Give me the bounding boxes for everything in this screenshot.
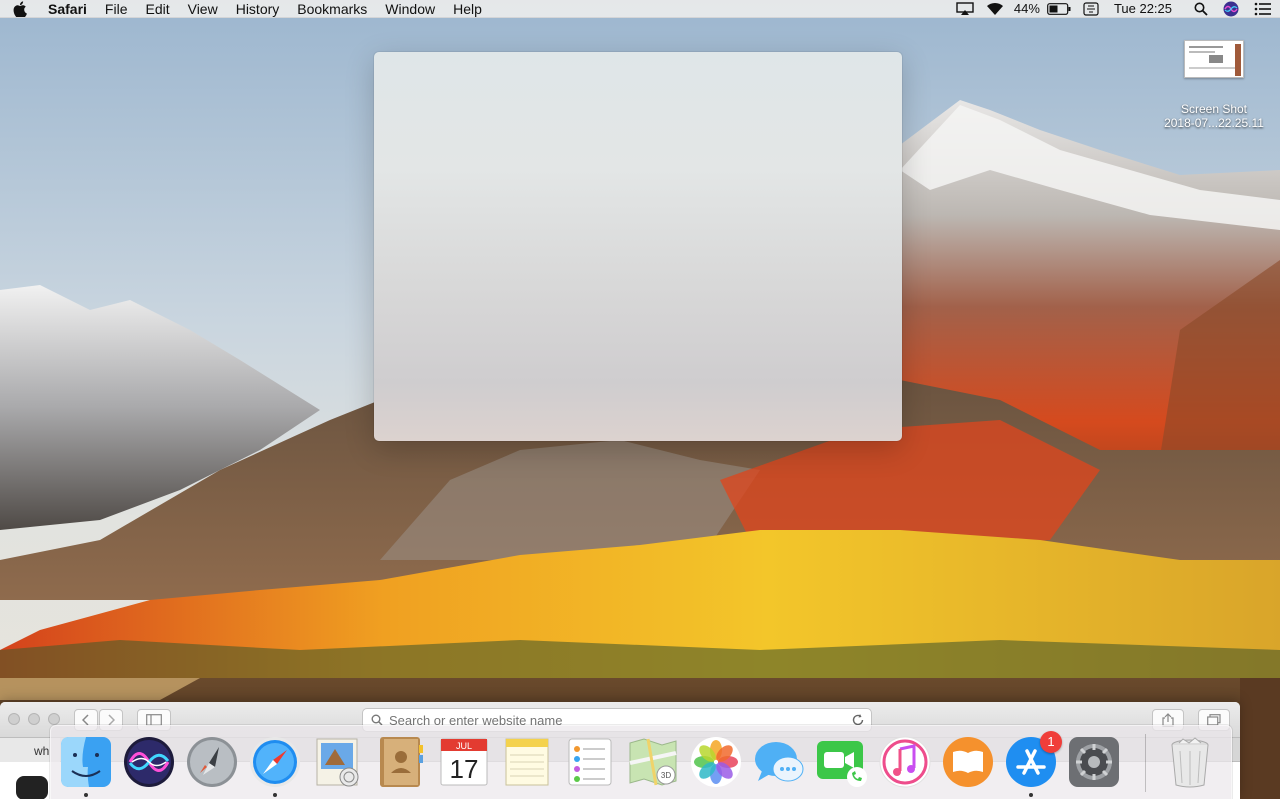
close-window-button[interactable] [8, 713, 20, 725]
battery-percent[interactable]: 44% [1010, 0, 1044, 18]
mail-icon [316, 738, 359, 787]
reminders-icon [568, 738, 612, 786]
photos-icon [691, 737, 741, 787]
dock-item-calendar[interactable]: JUL 17 [437, 735, 491, 789]
dock-item-launchpad[interactable] [185, 735, 239, 789]
safari-tab-label: wh [34, 744, 50, 758]
launchpad-icon [187, 737, 237, 787]
dock-item-reminders[interactable] [563, 735, 617, 789]
safari-icon [250, 737, 300, 787]
wifi-icon[interactable] [980, 0, 1010, 18]
notes-icon [505, 738, 549, 786]
dock-item-itunes[interactable] [878, 735, 932, 789]
menu-bar: Safari File Edit View History Bookmarks … [0, 0, 1280, 18]
dock: JUL 17 3D 1 [50, 725, 1232, 799]
battery-icon[interactable] [1044, 0, 1074, 18]
siri-menu-icon[interactable] [1216, 0, 1246, 18]
desktop-file-label-line1: Screen Shot [1180, 102, 1248, 116]
menu-file[interactable]: File [96, 0, 137, 18]
blank-translucent-window[interactable] [374, 52, 902, 441]
dock-item-finder[interactable] [59, 735, 113, 789]
trash-icon [1171, 737, 1209, 788]
maps-3d-label: 3D [661, 771, 671, 780]
dock-item-trash[interactable] [1163, 735, 1217, 789]
zoom-window-button[interactable] [48, 713, 60, 725]
apple-logo-icon [13, 0, 27, 17]
dock-item-photos[interactable] [689, 735, 743, 789]
menu-window[interactable]: Window [376, 0, 444, 18]
system-preferences-icon [1069, 737, 1119, 787]
dock-item-contacts[interactable] [374, 735, 428, 789]
finder-icon [61, 737, 111, 787]
desktop-file-label: Screen Shot 2018-07...22.25.11 [1150, 102, 1278, 130]
dock-item-mail[interactable] [311, 735, 365, 789]
desktop-file-label-line2: 2018-07...22.25.11 [1164, 116, 1264, 130]
app-store-update-badge: 1 [1040, 731, 1062, 753]
minimize-window-button[interactable] [28, 713, 40, 725]
desktop-screenshot-file[interactable]: Screen Shot 2018-07...22.25.11 [1150, 40, 1278, 130]
dock-item-siri[interactable] [122, 735, 176, 789]
dock-item-app-store[interactable]: 1 [1004, 731, 1062, 789]
dock-item-notes[interactable] [500, 735, 554, 789]
app-store-running-indicator [1029, 793, 1033, 797]
ibooks-icon [943, 737, 993, 787]
dock-item-safari[interactable] [248, 735, 302, 789]
menu-bar-status: 44% Tue 22:25 [950, 0, 1280, 18]
calendar-day: 17 [450, 754, 479, 784]
contacts-icon [380, 737, 423, 787]
spotlight-search-icon[interactable] [1186, 0, 1216, 18]
dock-item-facetime[interactable] [815, 735, 869, 789]
menu-help[interactable]: Help [444, 0, 491, 18]
input-source-icon[interactable] [1074, 0, 1108, 18]
apple-menu-icon[interactable] [0, 0, 40, 17]
facetime-icon [817, 741, 867, 787]
itunes-icon [879, 736, 931, 788]
dock-item-maps[interactable]: 3D [626, 735, 680, 789]
menu-bar-left: Safari File Edit View History Bookmarks … [0, 0, 491, 18]
menu-edit[interactable]: Edit [136, 0, 178, 18]
airplay-icon[interactable] [950, 0, 980, 18]
screenshot-thumbnail-icon [1184, 40, 1244, 78]
dock-separator [1145, 734, 1146, 792]
messages-icon [755, 742, 804, 782]
calendar-icon: JUL 17 [440, 738, 488, 786]
safari-running-indicator [273, 793, 277, 797]
app-menu-safari[interactable]: Safari [40, 0, 96, 18]
menu-clock[interactable]: Tue 22:25 [1108, 0, 1186, 18]
dock-item-ibooks[interactable] [941, 735, 995, 789]
siri-icon [124, 737, 174, 787]
menu-view[interactable]: View [179, 0, 227, 18]
menu-bookmarks[interactable]: Bookmarks [288, 0, 376, 18]
finder-running-indicator [84, 793, 88, 797]
calendar-month: JUL [456, 741, 472, 751]
dock-item-system-preferences[interactable] [1067, 735, 1121, 789]
menu-history[interactable]: History [227, 0, 289, 18]
page-image [16, 776, 48, 799]
notification-center-icon[interactable] [1246, 0, 1280, 18]
dock-item-messages[interactable] [752, 735, 806, 789]
maps-icon: 3D [629, 738, 677, 786]
